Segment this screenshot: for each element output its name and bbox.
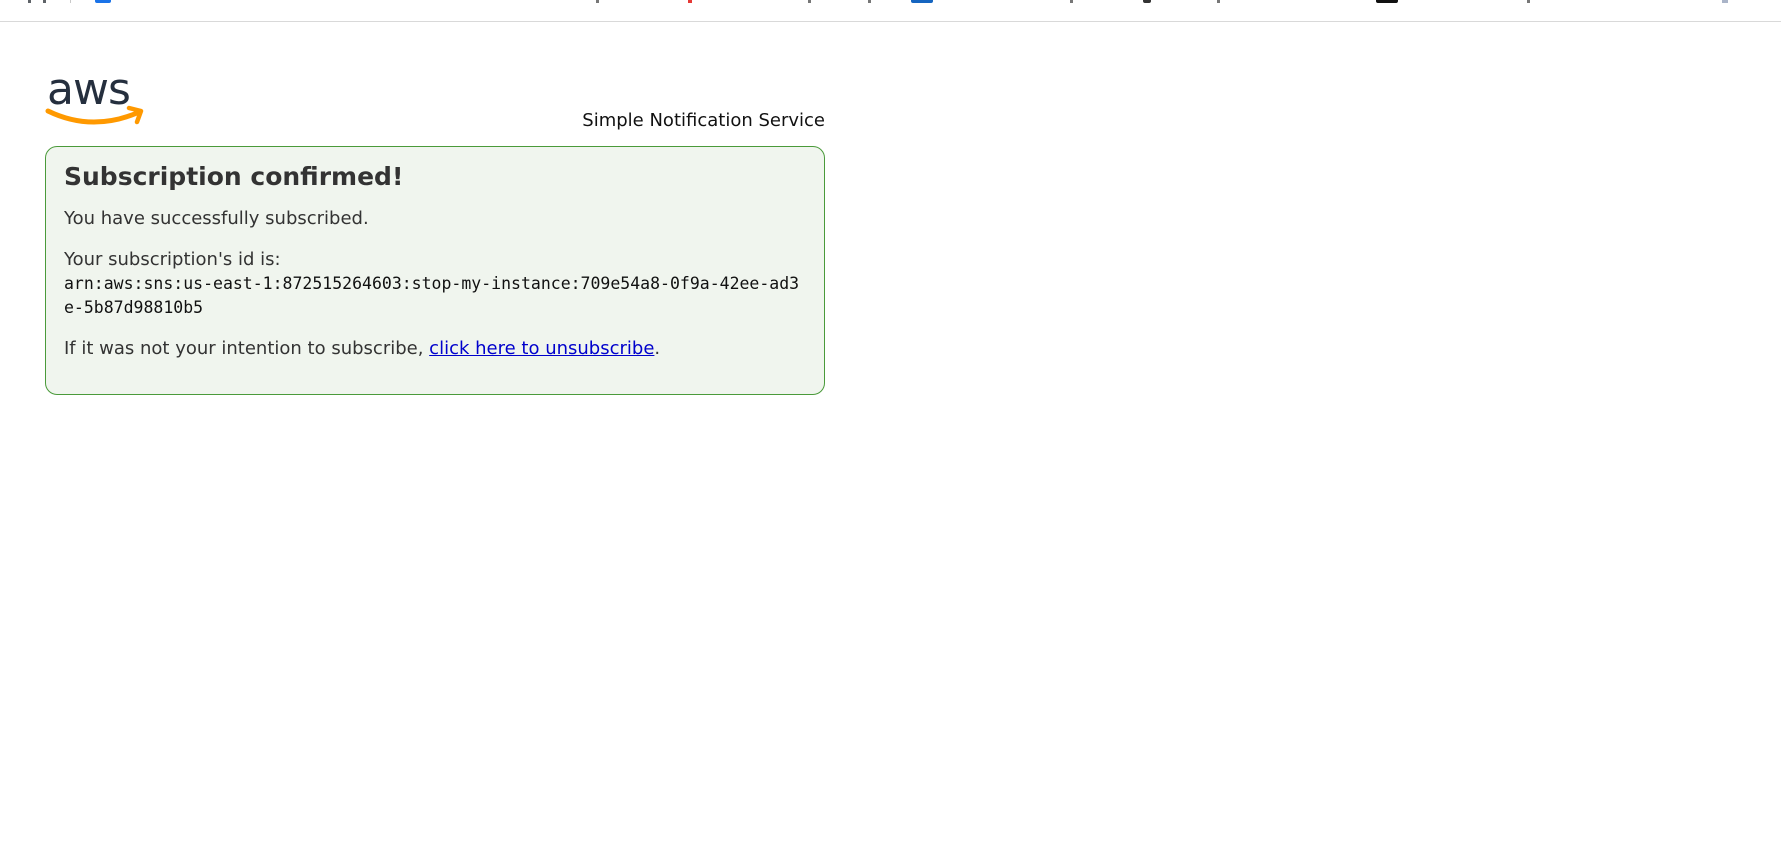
page-content: aws Simple Notification Service Subscrip… xyxy=(45,66,825,395)
bookmark-icon[interactable] xyxy=(1376,0,1398,3)
confirmation-title: Subscription confirmed! xyxy=(64,162,404,191)
subscription-arn: arn:aws:sns:us-east-1:872515264603:stop-… xyxy=(64,274,800,317)
bookmark-icon[interactable] xyxy=(808,0,811,3)
bookmark-icon[interactable] xyxy=(911,0,933,3)
unsubscribe-link[interactable]: click here to unsubscribe xyxy=(429,338,654,359)
bookmark-icon[interactable] xyxy=(596,0,599,3)
bookmark-icon[interactable] xyxy=(868,0,871,3)
browser-bookmarks-bar xyxy=(0,0,1781,22)
service-name: Simple Notification Service xyxy=(582,110,825,131)
confirmation-panel: Subscription confirmed! You have success… xyxy=(45,146,825,395)
bookmark-icon[interactable] xyxy=(688,0,692,3)
apps-icon[interactable] xyxy=(28,0,46,3)
bookmark-icon[interactable] xyxy=(1143,0,1151,3)
success-message: You have successfully subscribed. xyxy=(64,208,369,229)
page-header: aws Simple Notification Service xyxy=(45,66,825,146)
toolbar-divider xyxy=(70,0,71,3)
bookmark-icon[interactable] xyxy=(1722,0,1728,3)
unsubscribe-suffix: . xyxy=(654,338,661,359)
bookmark-icon[interactable] xyxy=(95,0,111,3)
bookmark-icon[interactable] xyxy=(1527,0,1530,3)
subscription-id-block: Your subscription's id is: arn:aws:sns:u… xyxy=(64,248,806,320)
aws-logo: aws xyxy=(45,66,144,125)
subscription-id-label: Your subscription's id is: xyxy=(64,249,281,270)
bookmark-icon[interactable] xyxy=(1070,0,1073,3)
aws-logo-text: aws xyxy=(47,66,130,115)
bookmark-icon[interactable] xyxy=(1217,0,1220,3)
unsubscribe-prefix: If it was not your intention to subscrib… xyxy=(64,338,430,359)
unsubscribe-message: If it was not your intention to subscrib… xyxy=(64,337,806,361)
